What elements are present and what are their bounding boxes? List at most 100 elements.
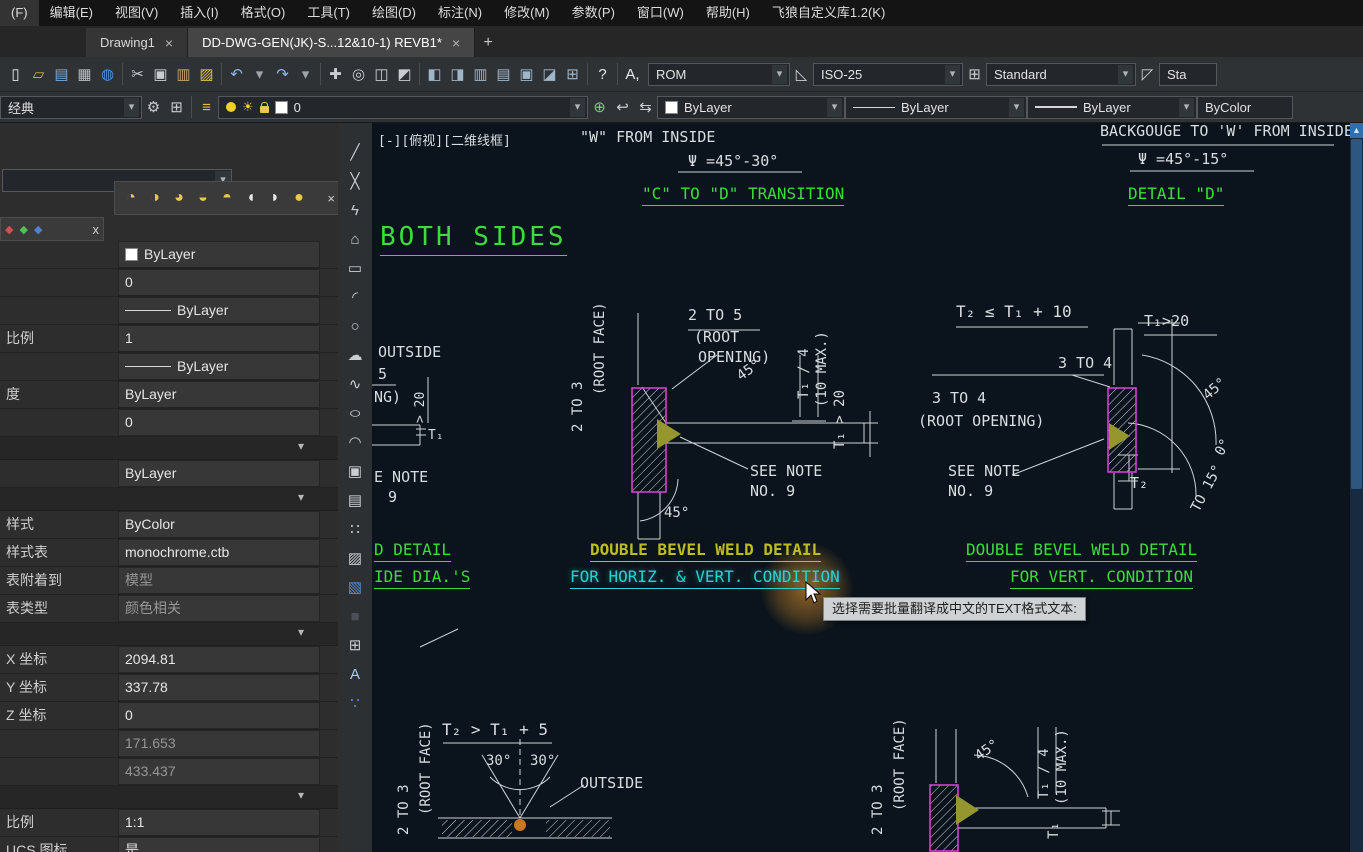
tool-icon-green[interactable]: ◆ [19,223,27,236]
web-icon[interactable]: ◍ [96,61,119,87]
redo-icon[interactable]: ↷ [271,61,294,87]
lineweight-combo[interactable]: ByLayer ▾ [1027,95,1197,119]
layer-on-icon[interactable] [226,102,236,112]
new-tab-button[interactable]: + [475,28,501,57]
menu-item[interactable]: 编辑(E) [39,0,104,26]
new-icon[interactable]: ▯ [4,61,27,87]
donut-icon[interactable]: ◗ [263,186,287,210]
menu-item[interactable]: 修改(M) [493,0,561,26]
point-style-icon[interactable]: ∵ [342,690,368,716]
prop-value[interactable]: ByColor [118,511,320,538]
prop-value[interactable]: 0 [118,269,320,296]
cad-text[interactable]: (ROOT FACE) [418,722,434,815]
tool-icon-red[interactable]: ◆ [5,223,13,236]
file-tab-active[interactable]: DD-DWG-GEN(JK)-S...12&10-1) REVB1* × [188,28,476,57]
cad-text[interactable]: T₁ [1046,822,1062,839]
cad-text[interactable]: Ψ =45°-30° [688,152,778,170]
close-icon[interactable]: × [452,36,460,50]
cad-text[interactable]: T₁ / 4 [796,348,812,399]
cad-text[interactable]: FOR HORIZ. & VERT. CONDITION [570,567,840,590]
prop-value[interactable]: 0 [118,409,320,436]
chevron-down-icon[interactable]: ▾ [298,439,304,453]
menu-item[interactable]: 插入(I) [169,0,229,26]
cad-text[interactable]: T₁>20 [1144,312,1189,330]
mleader-style-icon[interactable]: ◸ [1136,61,1159,87]
menu-item[interactable]: (F) [0,0,39,26]
calculator-icon[interactable]: ⊞ [561,61,584,87]
prop-value[interactable]: ByLayer [118,381,320,408]
plot-style-combo[interactable]: ByColor [1197,95,1293,119]
cad-text[interactable]: (ROOT FACE) [892,718,908,811]
menu-item[interactable]: 视图(V) [104,0,169,26]
menu-item[interactable]: 参数(P) [561,0,626,26]
gradient-icon[interactable]: ▧ [342,574,368,600]
donut-icon[interactable]: ◔ [119,186,143,210]
prop-value[interactable]: 1:1 [118,809,320,836]
chevron-down-icon[interactable]: ▾ [827,97,842,117]
prop-section-header[interactable]: ▾ [0,437,338,460]
vertical-scrollbar[interactable]: ▲ [1350,123,1363,852]
undo-caret-icon[interactable]: ▾ [248,61,271,87]
donut-icon[interactable]: ◓ [215,186,239,210]
chevron-down-icon[interactable]: ▾ [1009,97,1024,117]
cad-text[interactable]: (ROOT OPENING) [918,412,1044,430]
table-style-combo[interactable]: Standard ▾ [986,62,1136,86]
cad-text[interactable]: (ROOT FACE) [592,302,608,395]
lock-icon[interactable] [259,101,269,113]
linetype-combo[interactable]: ByLayer ▾ [845,95,1027,119]
plot-icon[interactable]: ▦ [73,61,96,87]
scrollbar-thumb[interactable] [1351,139,1362,489]
cad-text[interactable]: BOTH SIDES [380,222,567,256]
workspace-combo[interactable]: 经典 ▾ [0,95,142,119]
cad-text[interactable]: T₂ [1130,474,1148,492]
match-properties-icon[interactable]: ▨ [195,61,218,87]
cad-text[interactable]: T₂ ≤ T₁ + 10 [956,302,1072,321]
make-layer-current-icon[interactable]: ⊕ [588,94,611,120]
color-combo[interactable]: ByLayer ▾ [657,95,845,119]
sheetset-icon[interactable]: ▣ [515,61,538,87]
gear-icon[interactable]: ⚙ [142,94,165,120]
close-icon[interactable]: × [165,36,173,50]
rectangle-icon[interactable]: ▭ [342,255,368,281]
layer-freeze-icon[interactable]: ☀ [242,99,254,115]
insert-block-icon[interactable]: ▣ [342,458,368,484]
prop-value[interactable]: 0 [118,702,320,729]
donut-icon[interactable]: ● [287,186,311,210]
chevron-down-icon[interactable]: ▾ [570,97,585,117]
prop-value[interactable]: 337.78 [118,674,320,701]
chevron-down-icon[interactable]: ▾ [298,788,304,802]
donut-icon[interactable]: ◕ [167,186,191,210]
cad-text[interactable]: SEE NOTE [948,462,1020,480]
prop-value[interactable]: ByLayer [118,353,320,380]
toolpalettes-icon[interactable]: ▤ [492,61,515,87]
workspace-settings-icon[interactable]: ⊞ [165,94,188,120]
circle-icon[interactable]: ○ [342,313,368,339]
chevron-down-icon[interactable]: ▾ [298,625,304,639]
prop-section-header[interactable]: ▾ [0,623,338,646]
chevron-down-icon[interactable]: ▾ [772,64,787,84]
polyline-icon[interactable]: ϟ [342,197,368,223]
layout-icon[interactable]: ◧ [423,61,446,87]
cad-text[interactable]: DETAIL "D" [1128,184,1225,207]
cad-text[interactable]: (ROOT [694,328,739,346]
donut-icon[interactable]: ◖ [239,186,263,210]
undo-icon[interactable]: ↶ [225,61,248,87]
pan-icon[interactable]: ✚ [324,61,347,87]
markup-icon[interactable]: ◪ [538,61,561,87]
prop-value[interactable]: monochrome.ctb [118,539,320,566]
cad-text[interactable]: SEE NOTE [750,462,822,480]
cad-text[interactable]: DOUBLE BEVEL WELD DETAIL [966,540,1198,563]
prop-value[interactable]: 是 [118,837,320,852]
cad-text[interactable]: IDE DIA.'S [374,567,471,590]
layer-properties-icon[interactable]: ≡ [195,94,218,120]
paste-icon[interactable]: ▥ [172,61,195,87]
zoom-window-icon[interactable]: ◫ [370,61,393,87]
cad-text[interactable]: DOUBLE BEVEL WELD DETAIL [590,540,822,563]
ellipse-icon[interactable]: ○ [336,400,375,426]
cad-text[interactable]: NO. 9 [948,482,993,500]
zoom-realtime-icon[interactable]: ◎ [347,61,370,87]
hatch-icon[interactable]: ▨ [342,545,368,571]
cad-text[interactable]: FOR VERT. CONDITION [1010,567,1194,590]
cut-icon[interactable]: ✂ [126,61,149,87]
close-icon[interactable]: × [327,191,335,206]
